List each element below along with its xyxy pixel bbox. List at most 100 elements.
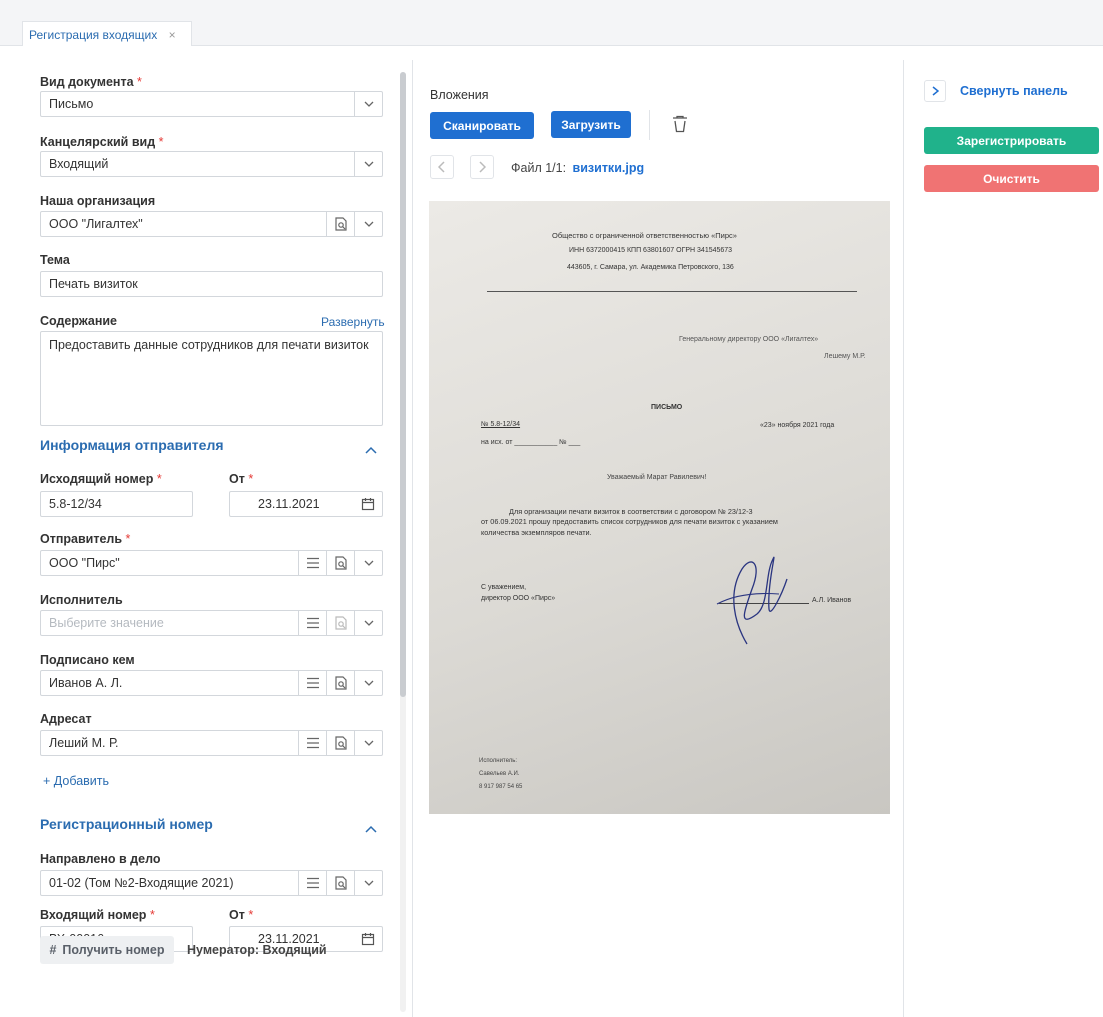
signed-by-value: Иванов А. Л. — [49, 676, 123, 690]
subject-input[interactable]: Печать визиток — [40, 271, 383, 297]
prev-file-button[interactable] — [430, 155, 454, 179]
letter-exec-2: Савельев А.И. — [479, 771, 520, 777]
addressee-label: Адресат — [40, 712, 92, 726]
list-icon[interactable] — [298, 671, 326, 695]
letter-number: № 5.8-12/34 — [481, 421, 521, 428]
letterhead-rule — [487, 291, 857, 292]
tab-incoming-registration[interactable]: Регистрация входящих × — [22, 21, 192, 46]
chevron-down-icon[interactable] — [354, 731, 382, 755]
letter-body-3: количества экземпляров печати. — [481, 528, 592, 537]
letter-sign-1: С уважением, — [481, 584, 527, 591]
doc-type-label: Вид документа * — [40, 75, 142, 89]
office-type-label: Канцелярский вид * — [40, 135, 164, 149]
clear-button[interactable]: Очистить — [924, 165, 1099, 192]
file-name-link[interactable]: визитки.jpg — [573, 161, 645, 175]
out-date-label: От * — [229, 472, 254, 486]
upload-button[interactable]: Загрузить — [551, 111, 631, 138]
chevron-down-icon[interactable] — [354, 871, 382, 895]
chevron-down-icon[interactable] — [354, 92, 382, 116]
letter-to-1: Генеральному директору ООО «Лигалтех» — [679, 336, 819, 343]
letter-body-1: Для организации печати визиток в соответ… — [509, 507, 753, 516]
office-type-select[interactable]: Входящий — [40, 151, 383, 177]
scan-button[interactable]: Сканировать — [430, 112, 534, 139]
our-org-value: ООО "Лигалтех" — [49, 217, 143, 231]
doc-type-value: Письмо — [49, 97, 94, 111]
out-date-value: 23.11.2021 — [258, 497, 320, 511]
chevron-right-icon — [479, 161, 486, 173]
collapse-panel-button[interactable] — [924, 80, 946, 102]
letter-heading: ПИСЬМО — [651, 404, 683, 411]
our-org-select[interactable]: ООО "Лигалтех" — [40, 211, 383, 237]
chevron-down-icon[interactable] — [354, 551, 382, 575]
form-scrollbar-thumb[interactable] — [400, 72, 406, 697]
divider — [412, 60, 413, 1017]
out-number-input[interactable]: 5.8-12/34 — [40, 491, 193, 517]
chevron-down-icon[interactable] — [354, 671, 382, 695]
chevron-right-icon — [932, 86, 939, 96]
content-label: Содержание — [40, 314, 118, 328]
lookup-icon[interactable] — [326, 611, 354, 635]
chevron-down-icon[interactable] — [354, 212, 382, 236]
calendar-icon[interactable] — [354, 927, 382, 951]
office-type-value: Входящий — [49, 157, 109, 171]
executor-select[interactable]: Выберите значение — [40, 610, 383, 636]
chevron-down-icon[interactable] — [354, 152, 382, 176]
lookup-icon[interactable] — [326, 212, 354, 236]
letter-ref: на исх. от ___________ № ___ — [481, 439, 581, 446]
lookup-icon[interactable] — [326, 871, 354, 895]
in-number-label: Входящий номер * — [40, 908, 155, 922]
file-counter: Файл 1/1: визитки.jpg — [511, 161, 644, 175]
next-file-button[interactable] — [470, 155, 494, 179]
content-textarea[interactable]: Предоставить данные сотрудников для печа… — [40, 331, 383, 426]
doc-type-select[interactable]: Письмо — [40, 91, 383, 117]
letter-sign-2: директор ООО «Пирс» — [481, 595, 556, 602]
lookup-icon[interactable] — [326, 671, 354, 695]
subject-label: Тема — [40, 253, 70, 267]
signed-by-select[interactable]: Иванов А. Л. — [40, 670, 383, 696]
add-addressee-link[interactable]: + Добавить — [43, 774, 109, 788]
chevron-left-icon — [438, 161, 445, 173]
calendar-icon[interactable] — [354, 492, 382, 516]
lookup-icon[interactable] — [326, 551, 354, 575]
addressee-value: Леший М. Р. — [49, 736, 119, 750]
trash-icon[interactable] — [672, 115, 688, 136]
addressee-select[interactable]: Леший М. Р. — [40, 730, 383, 756]
list-icon[interactable] — [298, 731, 326, 755]
attachments-title: Вложения — [430, 88, 489, 102]
divider — [903, 60, 904, 1017]
chevron-up-icon[interactable] — [365, 442, 377, 454]
list-icon[interactable] — [298, 551, 326, 575]
numerator-label: Нумератор: Входящий — [187, 943, 327, 957]
hash-icon: # — [49, 943, 57, 957]
list-icon[interactable] — [298, 871, 326, 895]
signed-by-label: Подписано кем — [40, 653, 135, 667]
sender-select[interactable]: ООО "Пирс" — [40, 550, 383, 576]
letter-greeting: Уважаемый Марат Равилевич! — [607, 474, 707, 481]
collapse-panel-label[interactable]: Свернуть панель — [960, 84, 1068, 98]
register-button[interactable]: Зарегистрировать — [924, 127, 1099, 154]
expand-link[interactable]: Развернуть — [321, 315, 385, 329]
reg-section-title: Регистрационный номер — [40, 816, 213, 832]
sent-to-case-label: Направлено в дело — [40, 852, 161, 866]
list-icon[interactable] — [298, 611, 326, 635]
sent-to-case-select[interactable]: 01-02 (Том №2-Входящие 2021) — [40, 870, 383, 896]
executor-placeholder: Выберите значение — [49, 616, 164, 630]
sender-section-title: Информация отправителя — [40, 437, 224, 453]
out-date-input[interactable]: 23.11.2021 — [229, 491, 383, 517]
chevron-down-icon[interactable] — [354, 611, 382, 635]
letter-body-2: от 06.09.2021 прошу предоставить список … — [481, 517, 778, 526]
letter-signer: А.Л. Иванов — [812, 597, 852, 604]
sender-label: Отправитель * — [40, 532, 131, 546]
get-number-button[interactable]: # Получить номер — [40, 936, 174, 964]
sent-to-case-value: 01-02 (Том №2-Входящие 2021) — [49, 876, 234, 890]
lookup-icon[interactable] — [326, 731, 354, 755]
letter-ids: ИНН 6372000415 КПП 63801607 ОГРН 3415456… — [569, 247, 733, 254]
our-org-label: Наша организация — [40, 194, 156, 208]
chevron-up-icon[interactable] — [365, 821, 377, 833]
tab-label: Регистрация входящих — [29, 28, 158, 42]
letter-to-2: Лешему М.Р. — [824, 353, 866, 360]
document-preview: Общество с ограниченной ответственностью… — [429, 201, 890, 814]
toolbar-divider — [649, 110, 650, 140]
sender-value: ООО "Пирс" — [49, 556, 120, 570]
close-icon[interactable]: × — [169, 28, 176, 42]
